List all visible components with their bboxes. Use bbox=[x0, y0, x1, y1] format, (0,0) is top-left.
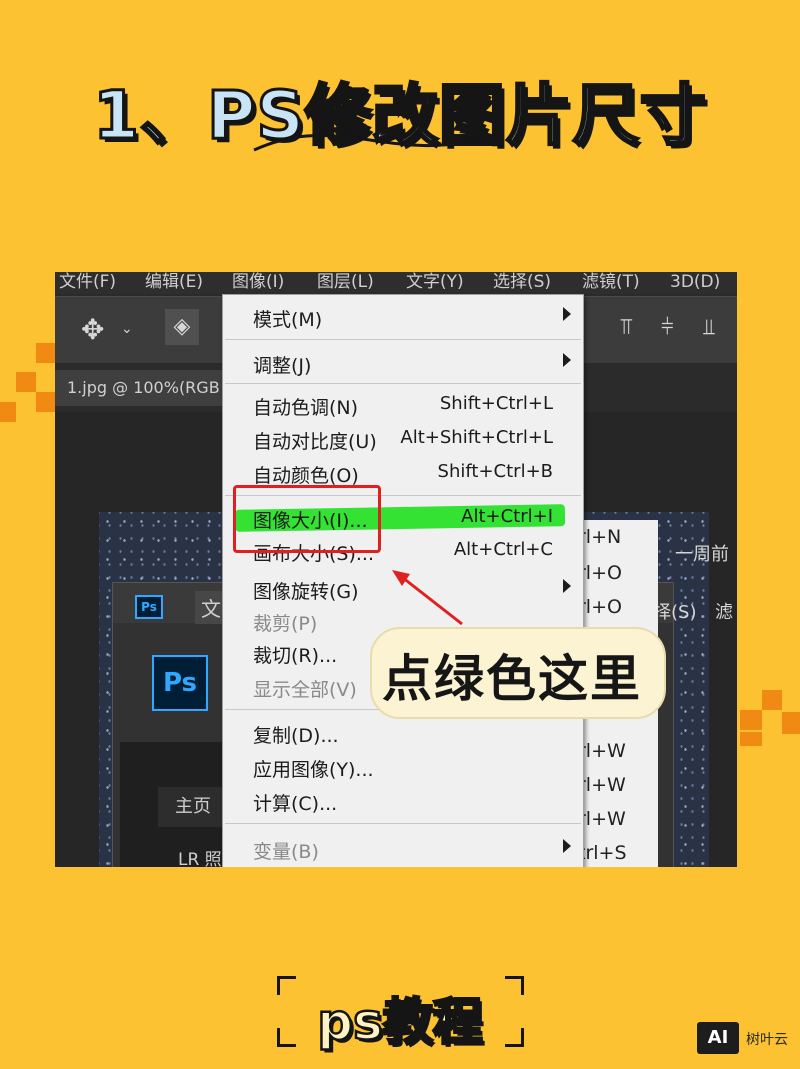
annotation-text: 点绿色这里 bbox=[382, 650, 642, 708]
lr-photos-label: LR 照 bbox=[178, 850, 222, 867]
annotation-bubble: 点绿色这里 bbox=[370, 627, 666, 719]
menu-item-variables: 变量(B) bbox=[223, 833, 583, 865]
menu-separator bbox=[225, 823, 581, 824]
menu-item-label: 调整(J) bbox=[253, 355, 312, 377]
menu-filter[interactable]: 滤镜(T) bbox=[582, 272, 640, 292]
menu-item-auto-tone[interactable]: 自动色调(N) Shift+Ctrl+L bbox=[223, 389, 583, 421]
watermark-logo: AI bbox=[697, 1022, 739, 1054]
menu-item-label: 模式(M) bbox=[253, 309, 323, 331]
align-bottom-icon[interactable]: ⫫ bbox=[703, 315, 715, 340]
menu-item-label: 自动色调(N) bbox=[253, 397, 359, 419]
decor-pixel bbox=[782, 712, 800, 734]
menu-file[interactable]: 文件(F) bbox=[59, 272, 116, 292]
menu-separator bbox=[225, 339, 581, 340]
chevron-down-icon[interactable]: ⌄ bbox=[121, 321, 133, 337]
menu-edit[interactable]: 编辑(E) bbox=[145, 272, 203, 292]
menu-separator bbox=[225, 383, 581, 384]
red-highlight-box bbox=[233, 485, 381, 553]
menu-item-duplicate[interactable]: 复制(D)... bbox=[223, 717, 583, 749]
submenu-item[interactable]: rl+N bbox=[578, 526, 621, 548]
image-dropdown-menu: 模式(M) 调整(J) 自动色调(N) Shift+Ctrl+L 自动对比度(U… bbox=[222, 294, 584, 867]
menu-3d[interactable]: 3D(D) bbox=[670, 272, 720, 292]
menu-image[interactable]: 图像(I) bbox=[232, 272, 284, 292]
menu-item-label: 变量(B) bbox=[253, 841, 319, 863]
inner-select-menu[interactable]: 择(S) bbox=[653, 598, 696, 624]
ps-logo: Ps bbox=[152, 655, 208, 711]
decor-pixel bbox=[0, 402, 16, 422]
menu-item-shortcut: Shift+Ctrl+L bbox=[439, 393, 553, 414]
watermark-text: 树叶云 bbox=[746, 1032, 788, 1048]
menu-item-shortcut: Alt+Shift+Ctrl+L bbox=[400, 427, 553, 448]
submenu-arrow-icon bbox=[563, 307, 571, 321]
align-top-icon[interactable]: ⫪ bbox=[620, 315, 632, 340]
menu-item-label: 图像旋转(G) bbox=[253, 581, 359, 603]
submenu-arrow-icon bbox=[563, 579, 571, 593]
submenu-item[interactable]: rl+W bbox=[578, 774, 626, 796]
decor-pixel bbox=[762, 690, 782, 710]
menu-item-auto-contrast[interactable]: 自动对比度(U) Alt+Shift+Ctrl+L bbox=[223, 423, 583, 455]
decor-pixel bbox=[740, 732, 762, 746]
menu-item-label: 自动颜色(O) bbox=[253, 465, 359, 487]
move-tool-icon[interactable]: ✥ bbox=[81, 313, 104, 346]
recent-time: 一周前 bbox=[675, 544, 729, 565]
menu-item-label: 自动对比度(U) bbox=[253, 431, 377, 453]
decor-pixel bbox=[740, 710, 762, 730]
menu-item-label: 计算(C)... bbox=[253, 793, 338, 815]
menu-bar: 文件(F) 编辑(E) 图像(I) 图层(L) 文字(Y) 选择(S) 滤镜(T… bbox=[55, 272, 737, 294]
menu-item-mode[interactable]: 模式(M) bbox=[223, 301, 583, 333]
decor-pixel bbox=[16, 372, 36, 392]
submenu-arrow-icon bbox=[563, 839, 571, 853]
align-vcenter-icon[interactable]: ⫩ bbox=[661, 315, 674, 340]
submenu-item[interactable]: rl+W bbox=[578, 740, 626, 762]
decor-pixel bbox=[36, 392, 56, 412]
submenu-item[interactable]: rl+W bbox=[578, 808, 626, 830]
menu-select[interactable]: 选择(S) bbox=[493, 272, 551, 292]
inner-filter-menu[interactable]: 滤 bbox=[715, 598, 733, 624]
layers-icon[interactable]: ◈ bbox=[165, 309, 199, 345]
menu-layer[interactable]: 图层(L) bbox=[317, 272, 374, 292]
menu-item-label: 裁切(R)... bbox=[253, 645, 338, 667]
menu-item-shortcut: Alt+Ctrl+I bbox=[461, 506, 553, 527]
menu-type[interactable]: 文字(Y) bbox=[406, 272, 464, 292]
submenu-item[interactable]: rl+O bbox=[578, 596, 622, 618]
menu-item-adjustments[interactable]: 调整(J) bbox=[223, 347, 583, 379]
submenu-item[interactable]: trl+S bbox=[578, 842, 627, 864]
menu-item-label: 应用图像(Y)... bbox=[253, 759, 374, 781]
submenu-arrow-icon bbox=[563, 353, 571, 367]
menu-item-shortcut: Alt+Ctrl+C bbox=[453, 539, 553, 560]
menu-item-label: 复制(D)... bbox=[253, 725, 339, 747]
menu-item-apply-image[interactable]: 应用图像(Y)... bbox=[223, 751, 583, 783]
menu-item-calculations[interactable]: 计算(C)... bbox=[223, 785, 583, 817]
menu-item-shortcut: Shift+Ctrl+B bbox=[437, 461, 553, 482]
decor-pixel bbox=[36, 343, 56, 363]
menu-item-image-rotation[interactable]: 图像旋转(G) bbox=[223, 573, 583, 605]
ps-logo-small: Ps bbox=[135, 595, 163, 619]
bottom-label: ps教程 bbox=[316, 992, 484, 1053]
menu-item-label: 显示全部(V) bbox=[253, 679, 357, 701]
document-tab[interactable]: 1.jpg @ 100%(RGB bbox=[55, 370, 225, 406]
title-underline-arrow bbox=[253, 128, 492, 152]
menu-item-label: 裁剪(P) bbox=[253, 613, 318, 635]
photoshop-screenshot: 文件(F) 编辑(E) 图像(I) 图层(L) 文字(Y) 选择(S) 滤镜(T… bbox=[55, 272, 737, 867]
home-button[interactable]: 主页 bbox=[158, 787, 228, 827]
submenu-item[interactable]: rl+O bbox=[578, 562, 622, 584]
